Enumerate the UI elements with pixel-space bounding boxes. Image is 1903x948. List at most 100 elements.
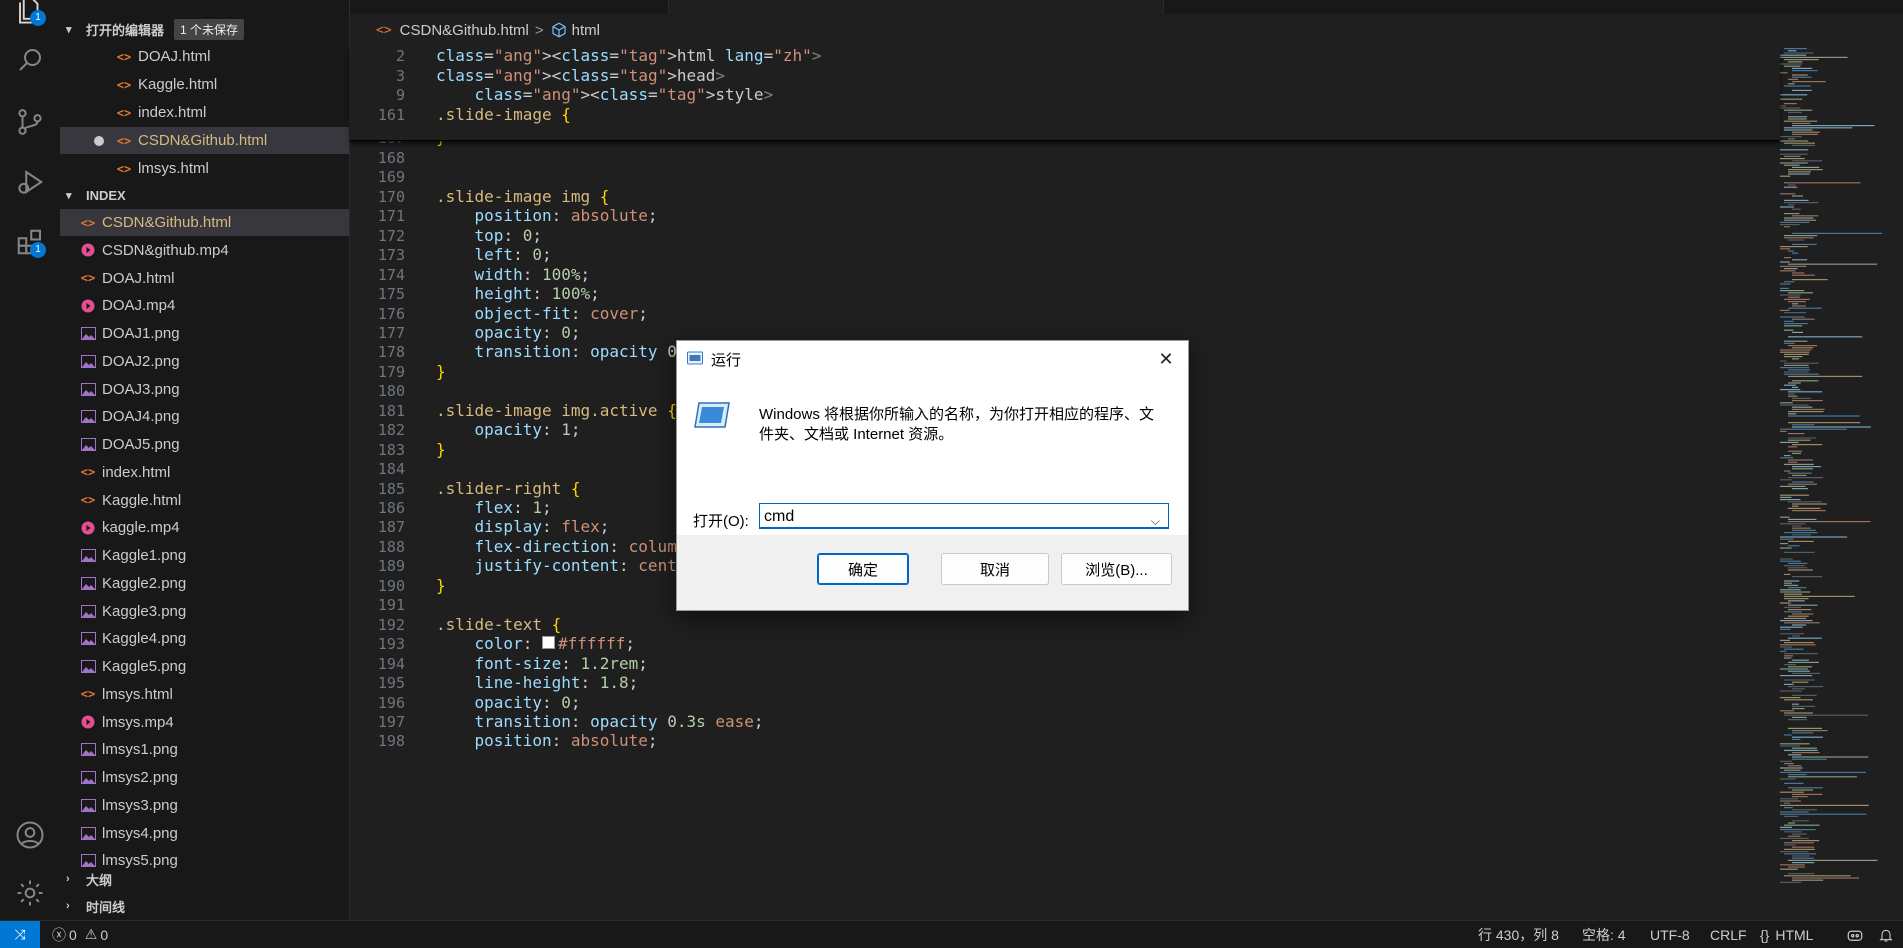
file-item[interactable]: lmsys2.png: [60, 764, 349, 791]
image-file-icon: [80, 353, 96, 369]
code-line[interactable]: height: 100%;: [436, 284, 600, 303]
unsaved-badge: 1 个未保存: [174, 18, 245, 40]
sticky-scroll[interactable]: 2 class="ang"><class="tag">html lang="zh"…: [350, 46, 1780, 141]
code-line[interactable]: position: absolute;: [436, 731, 658, 750]
file-item[interactable]: DOAJ.mp4: [60, 292, 349, 319]
code-line[interactable]: justify-content: center;: [436, 556, 706, 575]
settings-gear-icon[interactable]: [12, 875, 48, 911]
minimap-preview: [1780, 48, 1882, 883]
html-file-icon: <>: [80, 687, 96, 702]
code-line[interactable]: line-height: 1.8;: [436, 673, 639, 692]
code-line[interactable]: }: [436, 576, 446, 595]
ok-button[interactable]: 确定: [817, 553, 909, 585]
file-item[interactable]: CSDN&github.mp4: [60, 237, 349, 264]
file-item[interactable]: Kaggle5.png: [60, 653, 349, 680]
code-line[interactable]: left: 0;: [436, 245, 552, 264]
code-line[interactable]: width: 100%;: [436, 265, 591, 284]
files-icon[interactable]: 1: [12, 0, 48, 28]
code-line[interactable]: display: flex;: [436, 517, 610, 536]
code-line[interactable]: flex-direction: column;: [436, 537, 697, 556]
browse-button[interactable]: 浏览(B)...: [1061, 553, 1172, 585]
sticky-code-line[interactable]: class="ang"><class="tag">head>: [436, 66, 725, 85]
vertical-scrollbar[interactable]: [1888, 46, 1903, 920]
code-line[interactable]: flex: 1;: [436, 498, 552, 517]
close-icon[interactable]: ✕: [1154, 347, 1178, 371]
file-item[interactable]: <> Kaggle.html: [60, 487, 349, 514]
timeline-header[interactable]: › 时间线: [60, 893, 349, 919]
file-item[interactable]: DOAJ2.png: [60, 348, 349, 375]
run-command-input[interactable]: cmd ⌵: [759, 503, 1169, 529]
code-line[interactable]: color: #ffffff;: [436, 634, 636, 653]
chevron-down-icon[interactable]: ⌵: [1151, 508, 1160, 534]
file-item[interactable]: <> DOAJ.html: [60, 265, 349, 292]
code-line[interactable]: object-fit: cover;: [436, 304, 648, 323]
extensions-icon[interactable]: 1: [12, 224, 48, 260]
remote-indicator-button[interactable]: ⤨: [0, 921, 40, 948]
file-item[interactable]: Kaggle4.png: [60, 625, 349, 652]
encoding[interactable]: UTF-8: [1650, 921, 1690, 948]
code-line[interactable]: }: [436, 440, 446, 459]
file-item[interactable]: Kaggle3.png: [60, 598, 349, 625]
code-line[interactable]: .slide-image img {: [436, 187, 609, 206]
code-line[interactable]: top: 0;: [436, 226, 542, 245]
code-line[interactable]: }: [436, 362, 446, 381]
code-line[interactable]: opacity: 1;: [436, 420, 581, 439]
source-control-icon[interactable]: [12, 104, 48, 140]
search-icon[interactable]: [12, 42, 48, 78]
file-item[interactable]: DOAJ4.png: [60, 403, 349, 430]
code-line[interactable]: transition: opacity 0: [436, 342, 677, 361]
file-item[interactable]: DOAJ3.png: [60, 376, 349, 403]
account-icon[interactable]: [12, 817, 48, 853]
code-line[interactable]: opacity: 0;: [436, 693, 581, 712]
file-item[interactable]: lmsys.mp4: [60, 709, 349, 736]
file-item[interactable]: <> lmsys.html: [60, 681, 349, 708]
code-line[interactable]: position: absolute;: [436, 206, 658, 225]
outline-header[interactable]: › 大纲: [60, 866, 349, 892]
open-editor-item[interactable]: <> Kaggle.html: [60, 71, 349, 98]
file-item[interactable]: kaggle.mp4: [60, 514, 349, 541]
open-editor-item[interactable]: <> DOAJ.html: [60, 43, 349, 70]
sticky-code-line[interactable]: .slide-image {: [436, 105, 571, 124]
run-debug-icon[interactable]: [12, 164, 48, 200]
file-item[interactable]: DOAJ5.png: [60, 431, 349, 458]
file-item[interactable]: Kaggle2.png: [60, 570, 349, 597]
active-tab[interactable]: [668, 0, 1164, 14]
breadcrumb-symbol[interactable]: html: [572, 22, 600, 39]
line-ending[interactable]: CRLF: [1710, 921, 1747, 948]
open-editor-item[interactable]: <> lmsys.html: [60, 155, 349, 182]
code-line[interactable]: .slider-right {: [436, 479, 581, 498]
code-line[interactable]: font-size: 1.2rem;: [436, 654, 648, 673]
copilot-icon[interactable]: [1846, 921, 1864, 948]
image-file-icon: [80, 659, 96, 675]
braces-icon: {}: [1760, 926, 1770, 943]
notifications-bell-icon[interactable]: [1878, 921, 1894, 948]
file-item[interactable]: lmsys1.png: [60, 736, 349, 763]
code-line[interactable]: .slide-text {: [436, 615, 561, 634]
breadcrumb: <> CSDN&Github.html > html: [350, 14, 1903, 46]
line-number: 170: [377, 187, 405, 206]
folder-header[interactable]: ▾ INDEX: [60, 182, 349, 208]
file-item[interactable]: lmsys4.png: [60, 820, 349, 847]
indentation[interactable]: 空格: 4: [1582, 921, 1626, 948]
cancel-button[interactable]: 取消: [941, 553, 1049, 585]
code-line[interactable]: opacity: 0;: [436, 323, 581, 342]
open-editors-header[interactable]: ▾ 打开的编辑器 1 个未保存: [60, 16, 349, 42]
dialog-title-bar[interactable]: 运行 ✕: [677, 341, 1188, 375]
breadcrumb-file[interactable]: CSDN&Github.html: [400, 22, 529, 39]
problems-button[interactable]: ⓧ 0 ⚠ 0: [52, 921, 108, 948]
minimap[interactable]: [1778, 46, 1888, 886]
sticky-code-line[interactable]: class="ang"><class="tag">style>: [436, 85, 774, 104]
code-line[interactable]: .slide-image img.active {: [436, 401, 677, 420]
sticky-code-line[interactable]: class="ang"><class="tag">html lang="zh">: [436, 46, 821, 65]
color-swatch[interactable]: [541, 636, 555, 650]
file-item[interactable]: <> CSDN&Github.html: [60, 209, 349, 236]
code-line[interactable]: transition: opacity 0.3s ease;: [436, 712, 764, 731]
language-mode[interactable]: {} HTML: [1760, 921, 1813, 948]
file-item[interactable]: <> index.html: [60, 459, 349, 486]
open-editor-item[interactable]: <> index.html: [60, 99, 349, 126]
file-item[interactable]: DOAJ1.png: [60, 320, 349, 347]
cursor-position[interactable]: 行 430，列 8: [1478, 921, 1559, 948]
file-item[interactable]: lmsys3.png: [60, 792, 349, 819]
open-editor-item[interactable]: <> CSDN&Github.html: [60, 127, 349, 154]
file-item[interactable]: Kaggle1.png: [60, 542, 349, 569]
